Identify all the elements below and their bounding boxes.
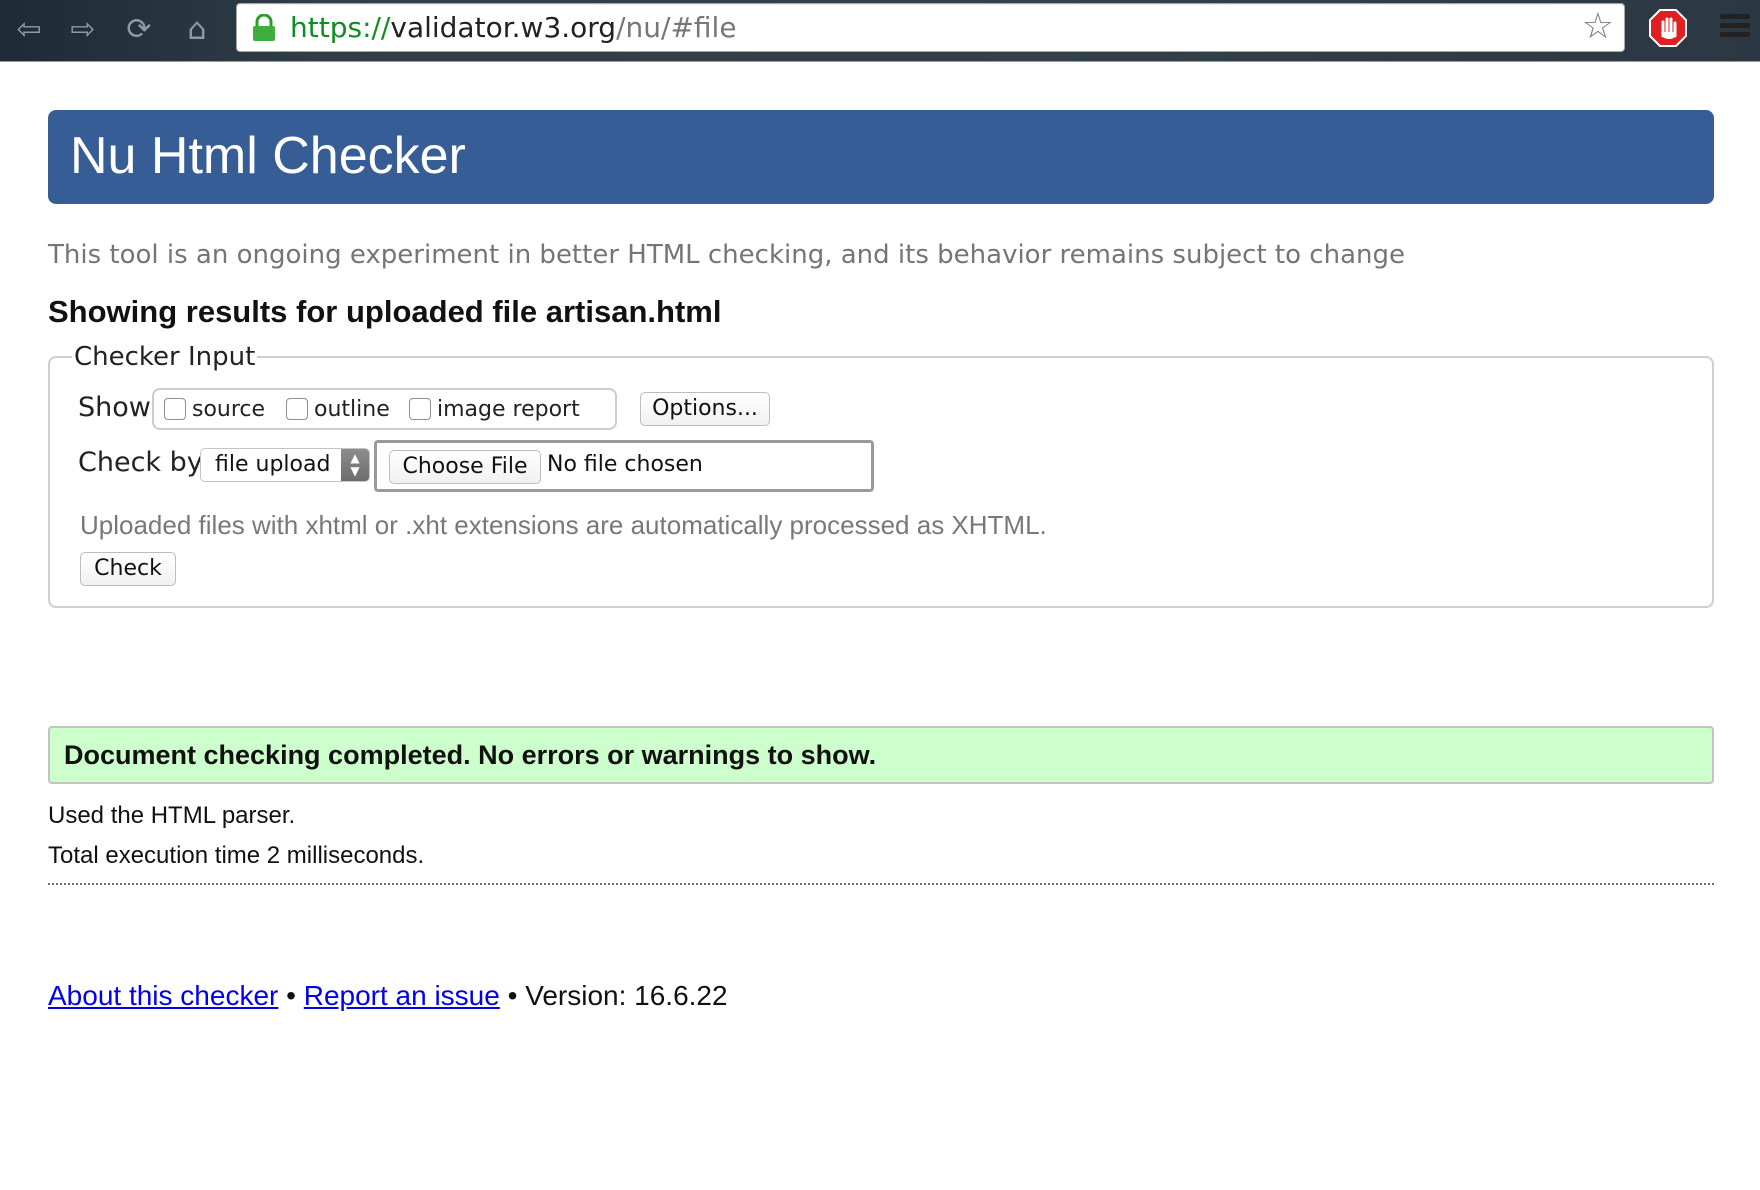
report-issue-link[interactable]: Report an issue	[304, 980, 500, 1011]
checkbox-box[interactable]	[286, 398, 308, 420]
select-stepper-icon: ▲ ▼	[341, 449, 369, 481]
dotted-divider	[48, 883, 1714, 885]
execution-time: Total execution time 2 milliseconds.	[48, 842, 425, 869]
url-scheme: https://	[290, 11, 391, 44]
file-upload-field[interactable]: Choose File No file chosen	[374, 440, 874, 492]
version-text: Version: 16.6.22	[525, 980, 728, 1011]
url-host: validator.w3.org	[390, 11, 617, 44]
check-by-select[interactable]: file upload ▲ ▼	[200, 448, 370, 482]
xhtml-hint: Uploaded files with xhtml or .xht extens…	[80, 510, 1047, 540]
check-by-selected-value: file upload	[215, 452, 331, 477]
hamburger-menu-icon[interactable]	[1718, 10, 1752, 46]
checkbox-box[interactable]	[409, 398, 431, 420]
home-icon[interactable]: ⌂	[176, 10, 218, 50]
forward-arrow-icon[interactable]: ⇨	[62, 10, 104, 50]
url-path: /nu/#file	[616, 11, 737, 44]
footer-separator: •	[507, 980, 518, 1011]
footer-separator: •	[286, 980, 296, 1011]
page-content: Nu Html Checker This tool is an ongoing …	[0, 62, 1760, 1190]
show-label: Show	[78, 392, 151, 423]
url-text[interactable]: https://validator.w3.org/nu/#file	[290, 12, 737, 44]
reload-icon[interactable]: ⟳	[118, 10, 160, 50]
check-by-label: Check by	[78, 447, 203, 478]
results-heading: Showing results for uploaded file artisa…	[48, 294, 722, 329]
address-bar[interactable]: https://validator.w3.org/nu/#file ☆	[236, 3, 1625, 52]
adblock-hand-icon[interactable]	[1648, 8, 1688, 48]
success-message-box: Document checking completed. No errors o…	[48, 726, 1714, 784]
parser-info: Used the HTML parser.	[48, 802, 296, 829]
show-options-group: source outline image report	[152, 388, 617, 430]
intro-text: This tool is an ongoing experiment in be…	[48, 240, 1405, 270]
browser-toolbar: ⇦ ⇨ ⟳ ⌂ https://validator.w3.org/nu/#fil…	[0, 0, 1760, 62]
page-title: Nu Html Checker	[70, 127, 466, 185]
checker-input-fieldset: Checker Input Show source outline image …	[48, 342, 1714, 608]
show-outline-checkbox[interactable]: outline	[286, 396, 390, 422]
checker-input-legend: Checker Input	[72, 342, 258, 372]
about-checker-link[interactable]: About this checker	[48, 980, 278, 1011]
checkbox-label: outline	[314, 396, 390, 422]
header-banner: Nu Html Checker	[48, 110, 1714, 204]
lock-icon	[253, 14, 275, 41]
options-button[interactable]: Options...	[640, 392, 770, 426]
file-status: No file chosen	[547, 452, 703, 477]
checkbox-box[interactable]	[164, 398, 186, 420]
choose-file-button[interactable]: Choose File	[389, 450, 541, 484]
check-button[interactable]: Check	[80, 552, 176, 586]
checkbox-label: source	[192, 396, 266, 422]
show-image-report-checkbox[interactable]: image report	[409, 396, 580, 422]
checkbox-label: image report	[437, 396, 580, 422]
star-icon[interactable]: ☆	[1582, 8, 1614, 46]
success-message: Document checking completed. No errors o…	[64, 740, 877, 770]
back-arrow-icon[interactable]: ⇦	[8, 10, 50, 50]
show-source-checkbox[interactable]: source	[164, 396, 265, 422]
footer: About this checker • Report an issue • V…	[48, 980, 728, 1012]
